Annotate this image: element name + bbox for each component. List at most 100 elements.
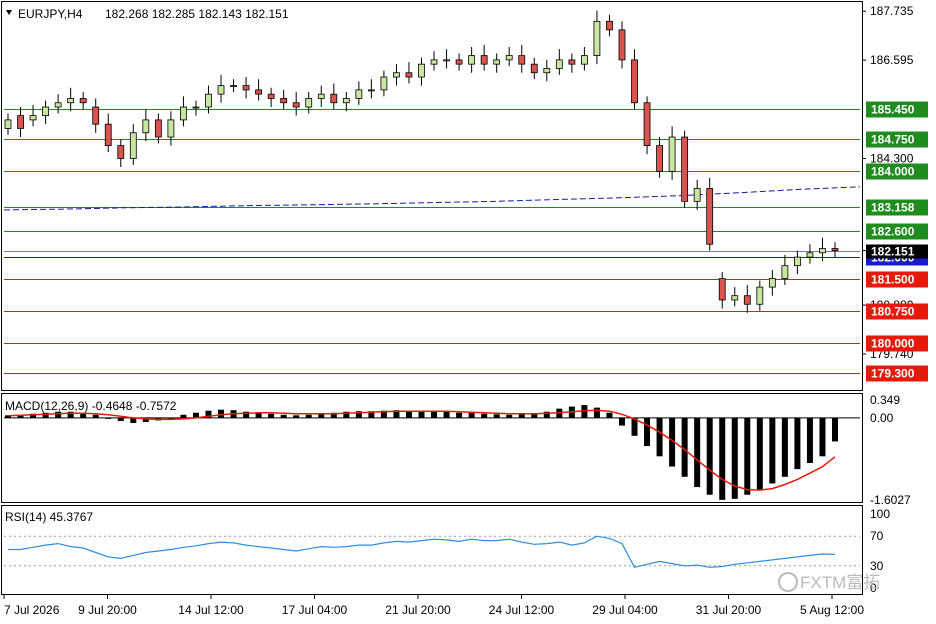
- macd-bar-59: [744, 417, 751, 495]
- candles[interactable]: [4, 10, 839, 313]
- macd-bar-23: [293, 415, 300, 418]
- candle-body-45: [568, 59, 576, 65]
- candle-body-52: [656, 145, 663, 172]
- rsi-panel-frame: [1, 505, 863, 595]
- watermark-text: FXTM富拓: [800, 573, 880, 592]
- candle-body-1: [17, 115, 24, 129]
- candle-body-35: [443, 59, 450, 62]
- candle-body-9: [117, 145, 125, 159]
- ma-path: [3, 186, 861, 211]
- macd-tick-label-2: -1.6027: [870, 493, 911, 507]
- candle-body-23: [292, 102, 300, 108]
- candle-body-66: [831, 248, 839, 252]
- candle-body-61: [768, 278, 776, 288]
- macd-bar-24: [305, 414, 312, 418]
- candle-body-58: [731, 295, 739, 301]
- macd-bar-33: [418, 411, 425, 418]
- ohlc-label: 182.268 182.285 182.143 182.151: [105, 7, 289, 21]
- candle-body-28: [355, 89, 363, 99]
- fxtm-logo: FXTM富拓: [778, 572, 880, 592]
- candle-body-33: [418, 63, 425, 78]
- candle-body-55: [693, 188, 701, 202]
- candle-body-51: [643, 102, 651, 147]
- level-label-0: 185.450: [871, 103, 915, 117]
- candle-body-57: [718, 278, 726, 301]
- time-tick-label-6: 29 Jul 04:00: [592, 603, 658, 617]
- macd-bar-37: [468, 412, 475, 418]
- candle-body-5: [67, 98, 75, 104]
- symbol-menu-icon[interactable]: [6, 10, 12, 15]
- candle-body-7: [92, 106, 100, 125]
- rsi-line: [4, 535, 860, 568]
- macd-bar-35: [443, 411, 450, 418]
- price-tick-label-2: 184.300: [870, 151, 914, 165]
- level-label-1: 184.750: [871, 133, 915, 147]
- time-tick-label-2: 14 Jul 12:00: [178, 603, 244, 617]
- rsi-tick-label-2: 30: [870, 559, 884, 573]
- macd-bar-55: [694, 417, 701, 488]
- macd-bar-57: [719, 417, 726, 500]
- macd-bar-9: [117, 417, 124, 421]
- candle-body-22: [280, 98, 288, 104]
- macd-bar-48: [606, 412, 613, 418]
- candle-body-49: [618, 29, 626, 61]
- time-tick-label-1: 9 Jul 20:00: [78, 603, 137, 617]
- macd-bar-7: [92, 414, 99, 418]
- macd-bar-65: [819, 417, 826, 457]
- level-label-3: 183.158: [871, 201, 915, 215]
- candle-body-31: [393, 72, 400, 78]
- candle-body-47: [593, 20, 601, 56]
- candle-body-4: [54, 102, 62, 108]
- macd-bar-41: [518, 414, 525, 418]
- macd-bar-61: [769, 417, 776, 484]
- macd-bar-40: [506, 414, 513, 418]
- time-axis: 7 Jul 2026 9 Jul 20:00 14 Jul 12:00 17 Jul …: [3, 595, 864, 617]
- candle-body-0: [4, 119, 12, 129]
- level-label-9: 179.300: [871, 367, 915, 381]
- candle-body-63: [794, 256, 801, 267]
- macd-bar-49: [618, 417, 625, 426]
- macd-tick-label-0: 0.349: [870, 393, 900, 407]
- candle-body-29: [367, 89, 375, 92]
- moving-average: [3, 186, 861, 211]
- candle-body-46: [580, 55, 588, 65]
- candle-body-19: [242, 85, 250, 91]
- macd-tick-label-1: 0.00: [870, 411, 894, 425]
- candle-body-12: [154, 119, 162, 138]
- candle-body-24: [305, 98, 313, 108]
- candle-body-39: [493, 59, 501, 65]
- level-labels: 185.450184.750184.000183.158182.600182.0…: [866, 101, 928, 382]
- macd-title: MACD(12,26,9) -0.4648 -0.7572: [5, 399, 177, 413]
- macd-bar-64: [806, 417, 813, 463]
- candle-body-62: [781, 265, 789, 279]
- candle-body-54: [681, 136, 689, 202]
- macd-bar-52: [656, 417, 663, 457]
- candle-body-59: [743, 295, 751, 305]
- macd-bar-56: [706, 417, 713, 495]
- current-price-label: 182.151: [871, 245, 915, 259]
- candle-body-15: [192, 106, 200, 109]
- candle-body-27: [342, 98, 350, 104]
- candle-body-43: [543, 68, 551, 74]
- macd-bar-34: [431, 411, 438, 418]
- candle-body-44: [555, 59, 563, 69]
- candle-body-60: [756, 286, 764, 305]
- candle-body-13: [167, 119, 175, 138]
- macd-bar-38: [481, 413, 488, 418]
- macd-bar-39: [493, 414, 500, 418]
- macd-bar-66: [832, 417, 838, 442]
- candle-body-16: [205, 93, 212, 108]
- chart-canvas: 187.735186.595184.300182.151180.880179.7…: [1, 1, 928, 617]
- time-tick-label-5: 24 Jul 12:00: [489, 603, 555, 617]
- level-label-8: 180.000: [871, 337, 915, 351]
- candle-body-56: [706, 188, 714, 245]
- time-tick-label-7: 31 Jul 20:00: [696, 603, 762, 617]
- candle-body-37: [468, 55, 476, 65]
- macd-bar-63: [794, 417, 801, 470]
- macd-bar-8: [105, 417, 112, 419]
- time-tick-label-8: 5 Aug 12:00: [800, 603, 864, 617]
- symbol-label: EURJPY,H4: [18, 7, 83, 21]
- macd-bar-17: [218, 409, 225, 418]
- rsi-path: [8, 535, 836, 568]
- level-label-7: 180.750: [871, 305, 915, 319]
